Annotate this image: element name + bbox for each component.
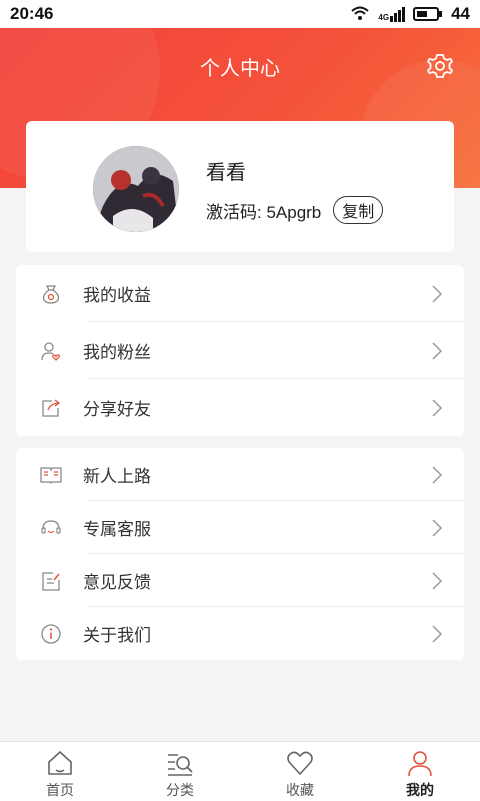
status-time: 20:46: [10, 4, 54, 23]
avatar-image: [93, 146, 179, 232]
tab-label: 首页: [46, 782, 74, 798]
menu-label: 分享好友: [83, 400, 151, 419]
avatar[interactable]: [93, 146, 179, 232]
customer-service-icon: [41, 520, 61, 534]
chevron-right-icon: [432, 625, 442, 643]
page-title: 个人中心: [200, 58, 280, 80]
heart-icon: [287, 751, 313, 775]
tab-favorites[interactable]: 收藏: [240, 742, 360, 801]
tab-category[interactable]: 分类: [120, 742, 240, 801]
tab-label: 收藏: [286, 782, 314, 798]
tab-label: 我的: [406, 782, 434, 798]
tab-mine[interactable]: 我的: [360, 742, 480, 801]
menu-item-share[interactable]: 分享好友: [16, 379, 464, 436]
menu-group-earnings: 我的收益 我的粉丝 分享好友: [16, 265, 464, 436]
chevron-right-icon: [432, 342, 442, 360]
chevron-right-icon: [432, 285, 442, 303]
network-type: 4G: [378, 12, 390, 22]
info-icon: [41, 624, 61, 644]
status-icons: 4G 44: [350, 4, 470, 24]
menu-item-fans[interactable]: 我的粉丝: [16, 322, 464, 379]
menu-group-help: 新人上路 专属客服 意见反馈 关于我们: [16, 448, 464, 660]
menu-item-about-us[interactable]: 关于我们: [16, 607, 464, 660]
menu-label: 我的收益: [83, 286, 151, 305]
home-icon: [48, 751, 72, 775]
nickname: 看看: [206, 162, 246, 184]
copy-button[interactable]: 复制: [333, 196, 384, 224]
user-heart-icon: [41, 342, 60, 361]
category-search-icon: [168, 754, 193, 776]
gear-icon[interactable]: [426, 52, 454, 80]
menu-label: 我的粉丝: [83, 343, 151, 362]
activation-code: 激活码: 5Apgrb: [206, 202, 322, 222]
book-icon: [40, 467, 62, 484]
battery-icon: [413, 7, 443, 21]
chevron-right-icon: [432, 519, 442, 537]
share-icon: [42, 399, 61, 417]
menu-label: 意见反馈: [83, 573, 151, 592]
chevron-right-icon: [432, 399, 442, 417]
feedback-icon: [42, 572, 60, 591]
user-icon: [408, 751, 432, 777]
money-bag-icon: [42, 285, 60, 304]
signal-icon: 4G: [378, 6, 406, 22]
menu-item-beginner-guide[interactable]: 新人上路: [16, 448, 464, 501]
bottom-tab-bar: 首页 分类 收藏 我的: [0, 741, 480, 801]
battery-level: 44: [451, 4, 470, 23]
chevron-right-icon: [432, 572, 442, 590]
profile-card: 看看 激活码: 5Apgrb 复制: [26, 121, 454, 252]
tab-label: 分类: [166, 782, 194, 798]
menu-item-earnings[interactable]: 我的收益: [16, 265, 464, 322]
wifi-icon: [351, 6, 370, 20]
chevron-right-icon: [432, 466, 442, 484]
menu-label: 新人上路: [83, 467, 151, 486]
menu-item-feedback[interactable]: 意见反馈: [16, 554, 464, 607]
menu-item-customer-service[interactable]: 专属客服: [16, 501, 464, 554]
menu-label: 专属客服: [83, 520, 151, 539]
tab-home[interactable]: 首页: [0, 742, 120, 801]
menu-label: 关于我们: [83, 626, 151, 645]
activation-code-row: 激活码: 5Apgrb 复制: [206, 196, 384, 224]
status-bar: 20:46 4G 44: [0, 0, 480, 28]
